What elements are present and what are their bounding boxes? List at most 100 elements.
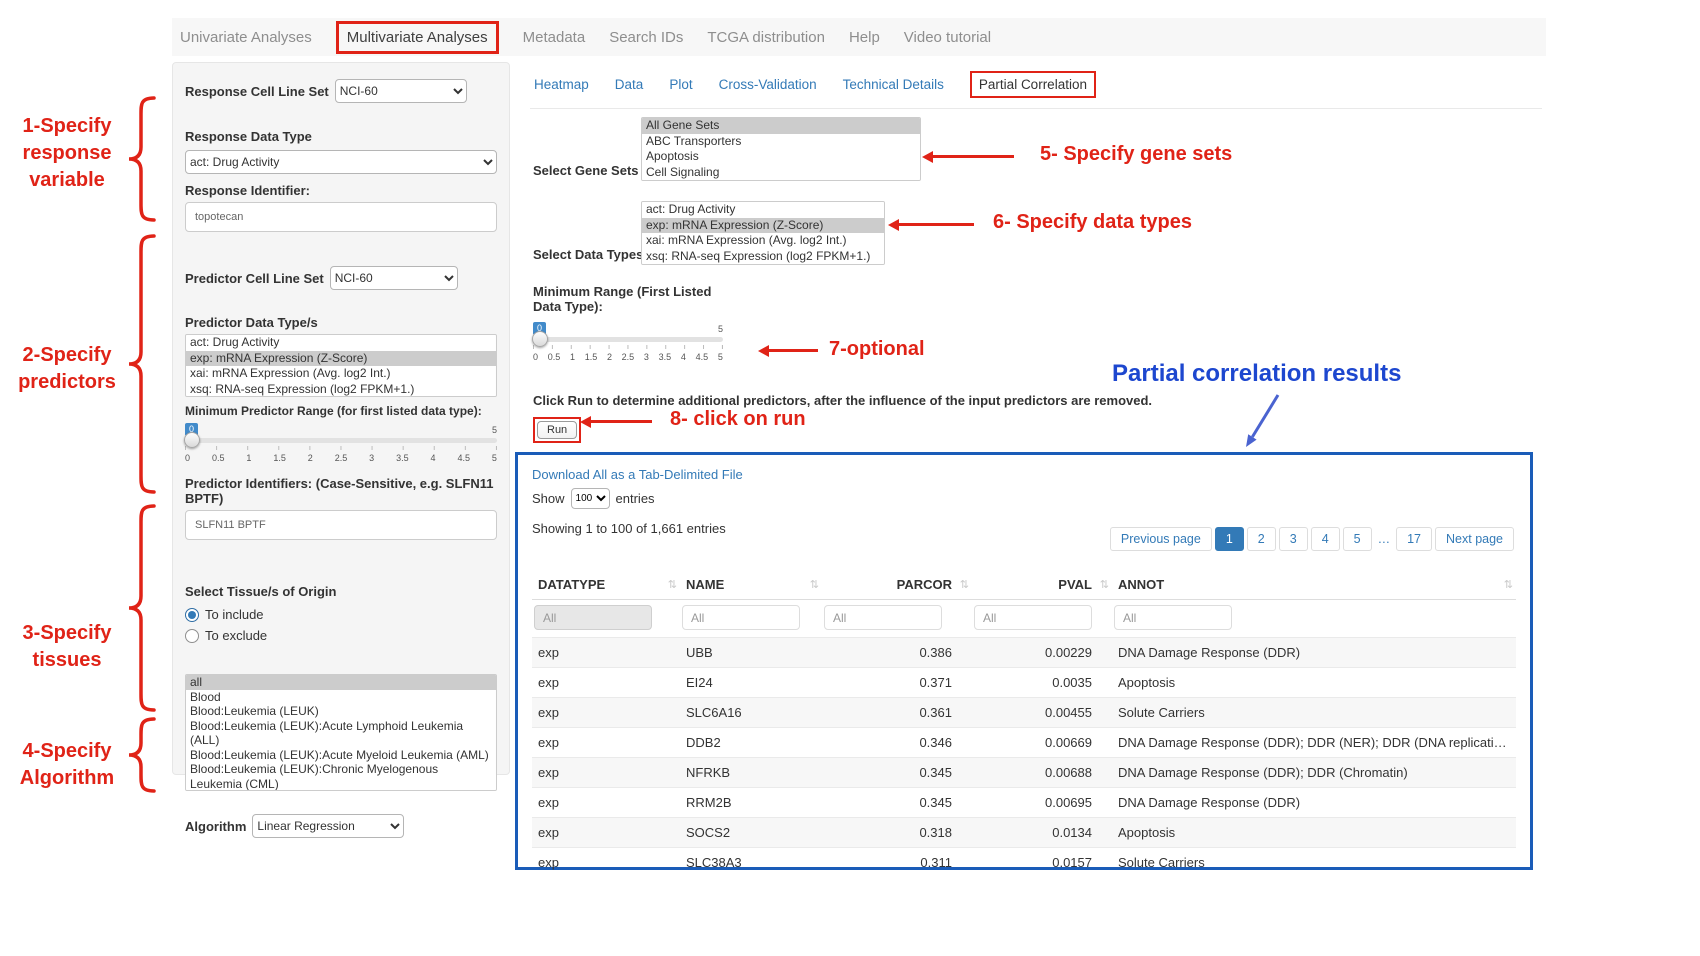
nav-item-univariate[interactable]: Univariate Analyses bbox=[180, 29, 312, 46]
annotation-line: 1-Specify bbox=[10, 113, 124, 140]
response-data-type-select[interactable]: act: Drug Activity bbox=[185, 150, 497, 174]
run-button[interactable]: Run bbox=[537, 421, 577, 439]
tissue-option[interactable]: Blood bbox=[186, 690, 496, 705]
predictor-data-types-listbox[interactable]: act: Drug Activityexp: mRNA Expression (… bbox=[185, 334, 497, 397]
table-row[interactable]: expSLC6A160.3610.00455Solute Carriers bbox=[532, 698, 1516, 728]
tissue-option[interactable]: Blood:Leukemia (LEUK):Acute Lymphoid Leu… bbox=[186, 719, 496, 748]
table-row[interactable]: expEI240.3710.0035Apoptosis bbox=[532, 668, 1516, 698]
cell-pval: 0.00229 bbox=[972, 638, 1112, 668]
data-type-option[interactable]: act: Drug Activity bbox=[642, 202, 884, 218]
gene-set-option[interactable]: All Gene Sets bbox=[642, 118, 920, 134]
annotation-label-8: 8- click on run bbox=[670, 408, 806, 431]
download-link[interactable]: Download All as a Tab-Delimited File bbox=[532, 467, 743, 482]
gene-set-overflow-spacer bbox=[642, 180, 920, 181]
predictor-range-slider[interactable]: 0 5 00.511.522.533.544.55 bbox=[185, 423, 497, 463]
cell-name: NFRKB bbox=[680, 758, 822, 788]
previous-page-button[interactable]: Previous page bbox=[1110, 527, 1212, 551]
cell-parcor: 0.371 bbox=[822, 668, 972, 698]
nav-item-video-tutorial[interactable]: Video tutorial bbox=[904, 29, 991, 46]
column-header-pval[interactable]: PVAL⇅ bbox=[972, 570, 1112, 600]
predictor-data-type-option[interactable]: exp: mRNA Expression (Z-Score) bbox=[186, 351, 496, 367]
table-row[interactable]: expSLC38A30.3110.0157Solute Carriers bbox=[532, 848, 1516, 878]
response-identifier-input[interactable] bbox=[185, 202, 497, 232]
tab-heatmap[interactable]: Heatmap bbox=[534, 77, 589, 92]
radio-exclude-icon[interactable] bbox=[185, 629, 199, 643]
slider-track[interactable] bbox=[185, 438, 497, 443]
column-header-annot[interactable]: ANNOT⇅ bbox=[1112, 570, 1516, 600]
show-entries-select[interactable]: 100 bbox=[571, 488, 610, 509]
filter-input-datatype[interactable] bbox=[534, 605, 652, 630]
page-button-3[interactable]: 3 bbox=[1279, 527, 1308, 551]
slider-handle[interactable] bbox=[532, 331, 548, 347]
algorithm-select[interactable]: Linear Regression bbox=[252, 814, 404, 838]
tab-cross-validation[interactable]: Cross-Validation bbox=[719, 77, 817, 92]
data-type-option[interactable]: xsq: RNA-seq Expression (log2 FPKM+1.) bbox=[642, 249, 884, 265]
tissue-option[interactable]: Blood:Leukemia (LEUK):Chronic Myelogenou… bbox=[186, 762, 496, 791]
predictor-cell-line-set-select[interactable]: NCI-60 bbox=[330, 266, 458, 290]
results-annotation-title: Partial correlation results bbox=[1112, 360, 1401, 388]
predictor-data-type-option[interactable]: xsq: RNA-seq Expression (log2 FPKM+1.) bbox=[186, 382, 496, 398]
table-row[interactable]: expNFRKB0.3450.00688DNA Damage Response … bbox=[532, 758, 1516, 788]
tissue-include-radio[interactable]: To include bbox=[185, 607, 497, 622]
min-range-slider[interactable]: 0 5 00.511.522.533.544.55 bbox=[533, 322, 723, 362]
tab-plot[interactable]: Plot bbox=[669, 77, 692, 92]
table-row[interactable]: expRRM2B0.3450.00695DNA Damage Response … bbox=[532, 788, 1516, 818]
table-row[interactable]: expSOCS20.3180.0134Apoptosis bbox=[532, 818, 1516, 848]
filter-input-annot[interactable] bbox=[1114, 605, 1232, 630]
cell-parcor: 0.361 bbox=[822, 698, 972, 728]
gene-set-option[interactable]: ABC Transporters bbox=[642, 134, 920, 150]
page-button-5[interactable]: 5 bbox=[1343, 527, 1372, 551]
page-button-2[interactable]: 2 bbox=[1247, 527, 1276, 551]
tissue-option[interactable]: Blood:Leukemia (LEUK):Acute Myeloid Leuk… bbox=[186, 748, 496, 763]
column-header-datatype[interactable]: DATATYPE⇅ bbox=[532, 570, 680, 600]
predictor-data-type-option[interactable]: act: Drug Activity bbox=[186, 335, 496, 351]
filter-cell-name bbox=[680, 600, 822, 638]
nav-item-help[interactable]: Help bbox=[849, 29, 880, 46]
gene-set-option[interactable]: Cell Signaling bbox=[642, 165, 920, 181]
predictor-cell-line-set-label: Predictor Cell Line Set bbox=[185, 271, 324, 286]
next-page-button[interactable]: Next page bbox=[1435, 527, 1514, 551]
response-cell-line-set-select[interactable]: NCI-60 bbox=[335, 79, 467, 103]
tab-technical-details[interactable]: Technical Details bbox=[843, 77, 944, 92]
cell-datatype: exp bbox=[532, 788, 680, 818]
tab-data[interactable]: Data bbox=[615, 77, 644, 92]
cell-pval: 0.0134 bbox=[972, 818, 1112, 848]
filter-input-pval[interactable] bbox=[974, 605, 1092, 630]
table-row[interactable]: expUBB0.3860.00229DNA Damage Response (D… bbox=[532, 638, 1516, 668]
cell-annot: Apoptosis bbox=[1112, 668, 1516, 698]
table-row[interactable]: expDDB20.3460.00669DNA Damage Response (… bbox=[532, 728, 1516, 758]
column-label: DATATYPE bbox=[538, 577, 605, 592]
radio-include-icon[interactable] bbox=[185, 608, 199, 622]
filter-input-name[interactable] bbox=[682, 605, 800, 630]
tissue-option[interactable]: Blood:Leukemia (LEUK) bbox=[186, 704, 496, 719]
tissue-listbox[interactable]: allBloodBlood:Leukemia (LEUK)Blood:Leuke… bbox=[185, 674, 497, 791]
tab-partial-correlation[interactable]: Partial Correlation bbox=[970, 71, 1096, 98]
gene-set-option[interactable]: Apoptosis bbox=[642, 149, 920, 165]
nav-item-tcga-distribution[interactable]: TCGA distribution bbox=[707, 29, 825, 46]
page-button-4[interactable]: 4 bbox=[1311, 527, 1340, 551]
data-type-option[interactable]: exp: mRNA Expression (Z-Score) bbox=[642, 218, 884, 234]
predictor-data-type-option[interactable]: xai: mRNA Expression (Avg. log2 Int.) bbox=[186, 366, 496, 382]
column-header-parcor[interactable]: PARCOR⇅ bbox=[822, 570, 972, 600]
data-type-overflow-spacer bbox=[642, 264, 884, 265]
nav-item-metadata[interactable]: Metadata bbox=[523, 29, 586, 46]
data-type-option[interactable]: xai: mRNA Expression (Avg. log2 Int.) bbox=[642, 233, 884, 249]
column-header-name[interactable]: NAME⇅ bbox=[680, 570, 822, 600]
gene-sets-listbox[interactable]: All Gene SetsABC TransportersApoptosisCe… bbox=[641, 117, 921, 181]
slider-handle[interactable] bbox=[184, 432, 200, 448]
predictor-identifiers-input[interactable] bbox=[185, 510, 497, 540]
page-button-17[interactable]: 17 bbox=[1396, 527, 1432, 551]
annotation-label-7: 7-optional bbox=[829, 338, 925, 361]
predictor-identifiers-label: Predictor Identifiers: (Case-Sensitive, … bbox=[185, 476, 497, 506]
tissue-exclude-radio[interactable]: To exclude bbox=[185, 628, 497, 643]
slider-tick-label: 1 bbox=[246, 453, 251, 463]
nav-item-search-ids[interactable]: Search IDs bbox=[609, 29, 683, 46]
cell-datatype: exp bbox=[532, 668, 680, 698]
page-button-1[interactable]: 1 bbox=[1215, 527, 1244, 551]
nav-item-multivariate[interactable]: Multivariate Analyses bbox=[336, 21, 499, 54]
tissue-origin-label: Select Tissue/s of Origin bbox=[185, 584, 497, 599]
data-types-listbox[interactable]: act: Drug Activityexp: mRNA Expression (… bbox=[641, 201, 885, 265]
filter-input-parcor[interactable] bbox=[824, 605, 942, 630]
tissue-option[interactable]: all bbox=[186, 675, 496, 690]
slider-track[interactable] bbox=[533, 337, 723, 342]
